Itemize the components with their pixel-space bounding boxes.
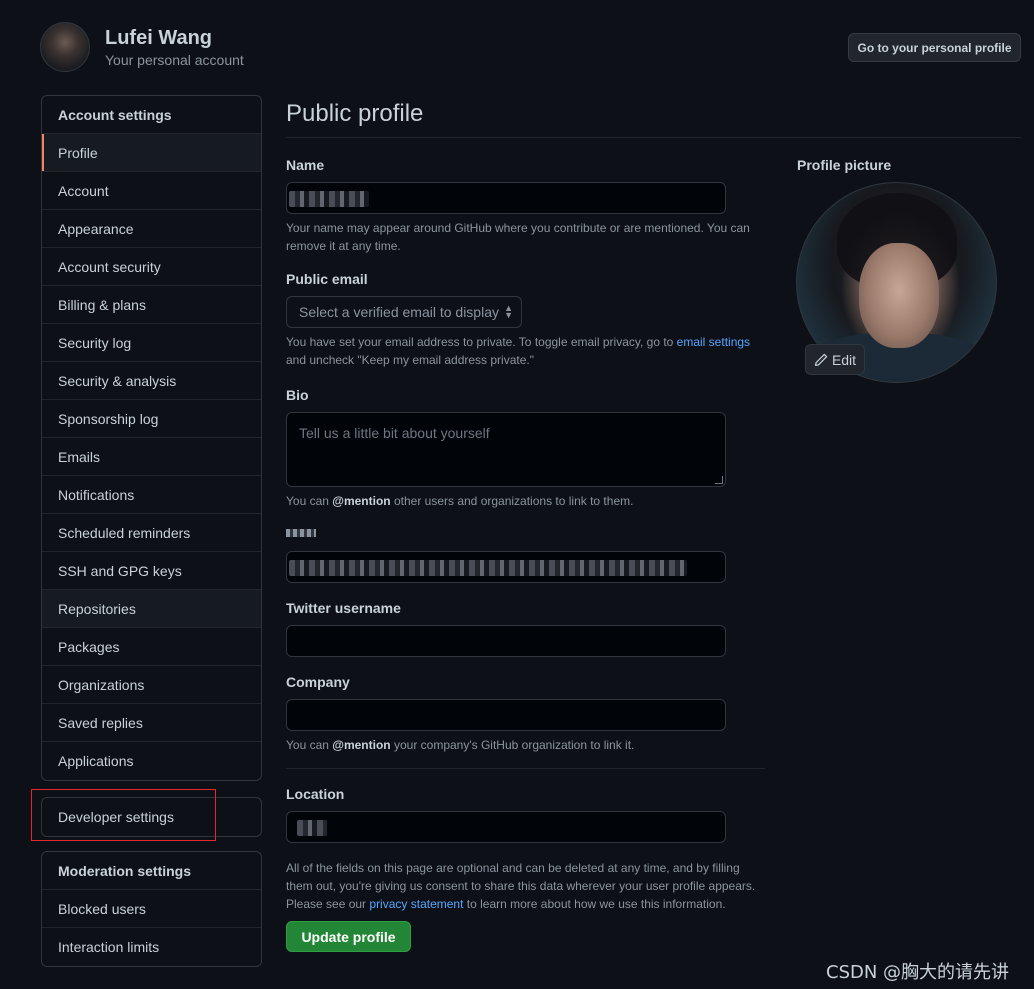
sidebar-item-account[interactable]: Account <box>42 172 261 210</box>
name-label: Name <box>286 157 325 173</box>
sidebar-item-security-log[interactable]: Security log <box>42 324 261 362</box>
url-input[interactable] <box>286 551 726 583</box>
update-profile-button[interactable]: Update profile <box>286 921 411 952</box>
section-divider <box>286 768 765 769</box>
bio-note-text: You can <box>286 494 333 508</box>
select-caret-icon: ▲ ▼ <box>504 303 513 320</box>
sidebar-item-repositories[interactable]: Repositories <box>42 590 261 628</box>
company-note-text: You can <box>286 738 333 752</box>
sidebar-item-developer-settings[interactable]: Developer settings <box>42 798 261 836</box>
pencil-icon <box>814 353 828 366</box>
location-input[interactable] <box>286 811 726 843</box>
edit-profile-picture-button[interactable]: Edit <box>805 344 865 375</box>
email-note-text-2: and uncheck "Keep my email address priva… <box>286 353 534 367</box>
sidebar-item-security-analysis[interactable]: Security & analysis <box>42 362 261 400</box>
sidebar-item-ssh-gpg-keys[interactable]: SSH and GPG keys <box>42 552 261 590</box>
consent-note-text-2: to learn more about how we use this info… <box>463 897 726 911</box>
blurred-url-label <box>286 527 316 537</box>
bio-note: You can @mention other users and organiz… <box>286 492 761 510</box>
sidebar-item-interaction-limits[interactable]: Interaction limits <box>42 928 261 966</box>
twitter-username-label: Twitter username <box>286 600 401 616</box>
watermark: CSDN @胸大的请先讲 <box>826 962 1010 983</box>
blurred-name-value <box>289 191 369 207</box>
sidebar-item-notifications[interactable]: Notifications <box>42 476 261 514</box>
company-label: Company <box>286 674 350 690</box>
sidebar-item-profile[interactable]: Profile <box>42 134 261 172</box>
company-note-text-2: your company's GitHub organization to li… <box>390 738 635 752</box>
account-type-label: Your personal account <box>105 52 244 68</box>
sidebar-item-appearance[interactable]: Appearance <box>42 210 261 248</box>
name-note: Your name may appear around GitHub where… <box>286 221 750 253</box>
account-settings-menu: Account settings Profile Account Appeara… <box>41 95 262 781</box>
moderation-settings-menu: Moderation settings Blocked users Intera… <box>41 851 262 967</box>
bio-label: Bio <box>286 387 309 403</box>
public-email-select-value: Select a verified email to display <box>299 304 499 320</box>
bio-placeholder: Tell us a little bit about yourself <box>299 425 490 441</box>
title-divider <box>286 137 1021 138</box>
developer-settings-menu: Developer settings <box>41 797 262 837</box>
sidebar-item-packages[interactable]: Packages <box>42 628 261 666</box>
blurred-label-pixels <box>286 529 316 537</box>
user-name[interactable]: Lufei Wang <box>105 27 212 50</box>
location-label: Location <box>286 786 345 802</box>
twitter-username-input[interactable] <box>286 625 726 657</box>
moderation-settings-heading: Moderation settings <box>42 852 261 890</box>
blurred-location-value <box>297 820 327 836</box>
resize-handle-icon[interactable] <box>715 476 723 484</box>
consent-note: All of the fields on this page are optio… <box>286 859 756 913</box>
email-note-text: You have set your email address to priva… <box>286 335 677 349</box>
sidebar-item-account-security[interactable]: Account security <box>42 248 261 286</box>
bio-note-text-2: other users and organizations to link to… <box>390 494 634 508</box>
email-settings-link[interactable]: email settings <box>677 335 750 349</box>
public-email-note: You have set your email address to priva… <box>286 333 761 369</box>
sidebar-item-sponsorship-log[interactable]: Sponsorship log <box>42 400 261 438</box>
blurred-url-value <box>289 560 687 576</box>
bio-textarea[interactable]: Tell us a little bit about yourself <box>286 412 726 487</box>
public-email-select[interactable]: Select a verified email to display ▲ ▼ <box>286 296 522 328</box>
go-to-personal-profile-button[interactable]: Go to your personal profile <box>848 33 1021 62</box>
profile-picture-face <box>859 243 939 348</box>
sidebar-item-applications[interactable]: Applications <box>42 742 261 780</box>
public-email-label: Public email <box>286 271 368 287</box>
account-settings-heading: Account settings <box>42 96 261 134</box>
sidebar-item-blocked-users[interactable]: Blocked users <box>42 890 261 928</box>
sidebar-item-organizations[interactable]: Organizations <box>42 666 261 704</box>
edit-label: Edit <box>831 351 857 368</box>
name-input[interactable] <box>286 182 726 214</box>
company-note: You can @mention your company's GitHub o… <box>286 736 761 754</box>
sidebar-item-saved-replies[interactable]: Saved replies <box>42 704 261 742</box>
sidebar-item-scheduled-reminders[interactable]: Scheduled reminders <box>42 514 261 552</box>
privacy-statement-link[interactable]: privacy statement <box>369 897 463 911</box>
sidebar-item-billing-plans[interactable]: Billing & plans <box>42 286 261 324</box>
company-input[interactable] <box>286 699 726 731</box>
profile-picture-label: Profile picture <box>797 157 892 173</box>
page-title: Public profile <box>286 100 424 127</box>
bio-note-mention: @mention <box>332 494 391 508</box>
user-avatar[interactable] <box>40 22 90 72</box>
sidebar-item-emails[interactable]: Emails <box>42 438 261 476</box>
company-note-mention: @mention <box>332 738 391 752</box>
